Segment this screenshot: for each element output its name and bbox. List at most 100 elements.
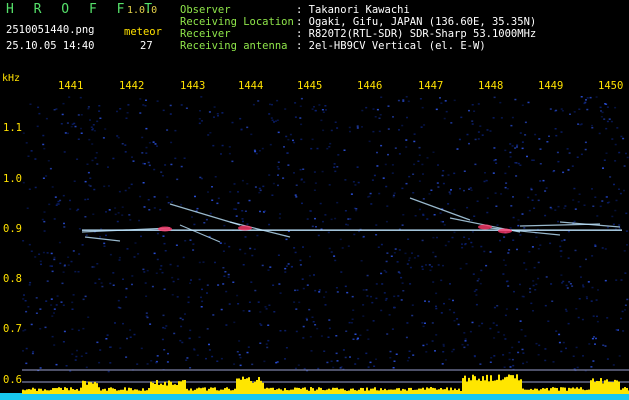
noise-speck (208, 343, 210, 346)
noise-speck (504, 314, 507, 317)
noise-speck (614, 160, 617, 162)
noise-speck (353, 233, 356, 236)
noise-speck (162, 109, 165, 112)
noise-speck (580, 123, 583, 125)
noise-speck (606, 226, 609, 229)
level-bar (196, 388, 198, 394)
noise-speck (614, 209, 617, 212)
noise-speck (244, 236, 247, 238)
noise-speck (595, 299, 598, 301)
noise-speck (573, 368, 576, 370)
level-bar (484, 380, 486, 394)
noise-speck (505, 308, 508, 310)
noise-speck (183, 157, 186, 159)
noise-speck (486, 211, 489, 214)
noise-speck (537, 261, 540, 264)
noise-speck (560, 274, 563, 276)
noise-speck (512, 239, 515, 241)
level-bar (596, 380, 598, 394)
noise-speck (47, 160, 50, 162)
noise-speck (529, 287, 532, 290)
noise-speck (251, 363, 254, 366)
noise-speck (129, 219, 132, 221)
location-label: Receiving Location (180, 16, 294, 28)
noise-speck (269, 103, 271, 106)
noise-speck (77, 208, 80, 211)
level-bar (358, 389, 360, 394)
level-bar (388, 389, 390, 394)
noise-speck (430, 189, 433, 191)
noise-speck (514, 147, 517, 149)
level-bar (516, 374, 518, 394)
level-bar (368, 390, 370, 394)
level-bar (396, 388, 398, 394)
noise-speck (494, 192, 497, 194)
noise-speck (346, 291, 349, 294)
noise-speck (479, 282, 482, 285)
noise-speck (124, 144, 127, 146)
noise-speck (382, 177, 385, 179)
noise-speck (552, 361, 555, 363)
level-bar (426, 387, 428, 394)
noise-speck (509, 156, 512, 158)
level-bar (96, 383, 98, 394)
noise-speck (584, 148, 587, 151)
noise-speck (339, 238, 342, 241)
noise-speck (191, 216, 193, 218)
noise-speck (584, 141, 587, 144)
noise-speck (190, 279, 192, 281)
level-bar (586, 389, 588, 394)
noise-speck (398, 249, 401, 251)
noise-speck (222, 283, 225, 285)
noise-speck (372, 130, 375, 133)
noise-speck (116, 220, 119, 223)
noise-speck (256, 234, 259, 237)
noise-speck (406, 263, 409, 265)
noise-speck (324, 304, 327, 306)
noise-speck (290, 266, 293, 268)
noise-speck (591, 286, 594, 289)
noise-speck (119, 307, 122, 309)
level-bar (474, 376, 476, 394)
noise-speck (464, 340, 467, 342)
noise-speck (506, 188, 509, 190)
noise-speck (596, 215, 599, 217)
noise-speck (516, 248, 518, 251)
noise-speck (235, 215, 238, 217)
noise-speck (368, 195, 371, 198)
noise-speck (436, 182, 439, 184)
noise-speck (489, 251, 492, 253)
noise-speck (544, 190, 547, 192)
level-bar (76, 389, 78, 394)
level-bar (422, 387, 424, 394)
x-tick-label: 1449 (538, 80, 564, 92)
noise-speck (418, 208, 421, 211)
noise-speck (523, 262, 526, 264)
noise-speck (293, 141, 296, 144)
noise-speck (405, 96, 408, 98)
noise-speck (28, 284, 31, 286)
noise-speck (144, 282, 147, 284)
noise-speck (261, 264, 264, 267)
noise-speck (279, 330, 282, 332)
noise-speck (46, 280, 49, 282)
noise-speck (326, 361, 329, 364)
noise-speck (381, 283, 384, 285)
noise-speck (53, 218, 56, 220)
noise-speck (148, 164, 151, 167)
level-bar (312, 388, 314, 394)
noise-speck (485, 179, 488, 182)
level-bar (430, 387, 432, 394)
noise-speck (219, 242, 222, 244)
noise-speck (229, 191, 232, 193)
noise-speck (142, 104, 145, 106)
noise-speck (261, 147, 264, 150)
noise-speck (298, 301, 301, 304)
noise-speck (189, 239, 192, 241)
level-bar (28, 389, 30, 394)
level-bar (252, 382, 254, 394)
noise-speck (593, 336, 595, 338)
level-bar (42, 390, 44, 394)
noise-speck (354, 333, 357, 335)
noise-speck (422, 325, 425, 328)
